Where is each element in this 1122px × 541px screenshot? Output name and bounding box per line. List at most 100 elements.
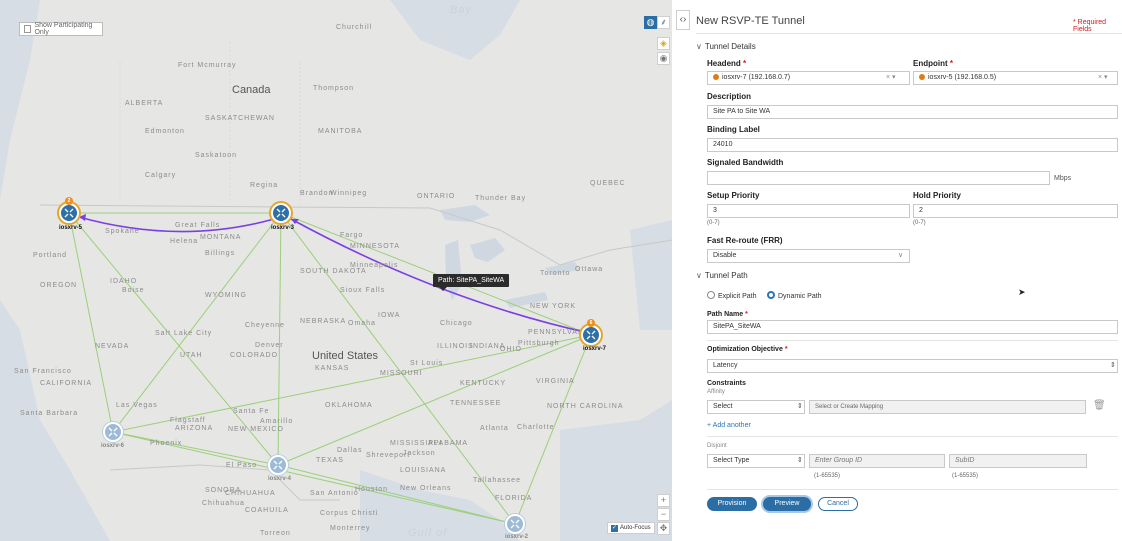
headend-select[interactable]: iosxrv-7 (192.168.0.7) <box>707 71 910 85</box>
radio-label: Dynamic Path <box>778 293 822 300</box>
tunnel-details-section-toggle[interactable]: ∨ Tunnel Details <box>696 42 756 51</box>
radio-label: Explicit Path <box>718 293 757 300</box>
provision-button[interactable]: Provision <box>707 497 757 511</box>
hold-priority-input[interactable]: 2 <box>913 204 1118 218</box>
globe-icon[interactable]: ◍ <box>644 16 657 29</box>
map-place-label: Denver <box>255 342 284 349</box>
map-place-label: Phoenix <box>150 440 183 447</box>
map-place-label: IDAHO <box>110 278 138 285</box>
signaled-bandwidth-label: Signaled Bandwidth <box>707 158 784 167</box>
map-place-label: ALBERTA <box>125 100 164 107</box>
node-label: iosxrv-5 <box>59 225 83 231</box>
map-place-label: Thunder Bay <box>475 195 527 202</box>
endpoint-select[interactable]: iosxrv-5 (192.168.0.5) <box>913 71 1118 85</box>
router-node-iosxrv-3[interactable] <box>271 203 291 223</box>
node-badge: 2 <box>65 197 73 205</box>
group-id-input[interactable]: Enter Group ID <box>809 454 945 468</box>
chevron-down-icon: ∨ <box>696 271 702 280</box>
map-place-label: QUEBEC <box>590 180 626 187</box>
map-place-label: MANITOBA <box>318 128 363 135</box>
auto-focus-toggle[interactable]: ✓ Auto-Focus <box>607 522 655 534</box>
setup-priority-hint: (0-7) <box>707 220 720 226</box>
map-place-label: Chihuahua <box>202 500 245 507</box>
map-country-label: United States <box>312 350 379 362</box>
map-place-label: St Louis <box>410 360 444 367</box>
map-place-label: NEW YORK <box>530 303 576 310</box>
trash-icon[interactable]: 🗑 <box>1093 400 1106 411</box>
checkmark-icon[interactable]: ✓ <box>611 524 618 532</box>
clear-icon[interactable]: × ▾ <box>886 73 896 81</box>
map-place-label: MINNESOTA <box>350 243 401 250</box>
sort-arrows-icon: ⇕ <box>797 457 803 464</box>
hold-priority-hint: (0-7) <box>913 220 926 226</box>
map-place-label: FLORIDA <box>495 495 533 502</box>
cancel-button[interactable]: Cancel <box>818 497 858 511</box>
router-icon <box>510 519 520 529</box>
map-place-label: NORTH CAROLINA <box>547 403 624 410</box>
path-name-label: Path Name * <box>707 311 748 318</box>
router-node-iosxrv-6[interactable] <box>103 422 123 442</box>
zoom-in-button[interactable]: + <box>657 494 670 507</box>
map-place-label: ALABAMA <box>428 440 469 447</box>
topology-icon[interactable]: ⸙ <box>657 16 670 29</box>
setup-priority-label: Setup Priority <box>707 191 760 200</box>
router-node-iosxrv-2[interactable] <box>505 514 525 534</box>
optimization-objective-select[interactable]: Latency <box>707 359 1118 373</box>
disjoint-type-select[interactable]: Select Type <box>707 454 805 468</box>
router-icon <box>586 330 596 340</box>
description-input[interactable]: Site PA to Site WA <box>707 105 1118 119</box>
show-participating-checkbox[interactable] <box>24 25 32 33</box>
affinity-mapping-select[interactable]: Select or Create Mapping <box>809 400 1086 414</box>
map-place-label: Atlanta <box>480 425 509 432</box>
map-place-label: Cheyenne <box>245 322 285 329</box>
router-icon <box>108 427 118 437</box>
map-place-label: COLORADO <box>230 352 279 359</box>
router-node-iosxrv-5[interactable] <box>59 203 79 223</box>
map-place-label: New Orleans <box>400 485 452 492</box>
map-place-label: COAHUILA <box>245 507 289 514</box>
add-another-link[interactable]: + Add another <box>707 422 751 429</box>
divider <box>707 489 1118 490</box>
auto-focus-label: Auto-Focus <box>620 525 651 531</box>
show-participating-toggle[interactable]: Show Participating Only <box>19 22 103 36</box>
fit-view-icon[interactable]: ✥ <box>657 522 670 535</box>
eye-icon[interactable]: ◉ <box>657 52 670 65</box>
optimization-value: Latency <box>713 362 738 369</box>
map-place-label: WYOMING <box>205 292 247 299</box>
headend-value: iosxrv-7 (192.168.0.7) <box>722 74 791 81</box>
layers-icon[interactable]: ◈ <box>657 37 670 50</box>
clear-icon[interactable]: × ▾ <box>1098 73 1108 81</box>
map-place-label: El Paso <box>226 462 258 469</box>
panel-collapse-toggle[interactable]: ‹› <box>676 10 690 30</box>
explicit-path-radio[interactable]: Explicit Path <box>707 291 757 300</box>
map-place-label: Regina <box>250 182 279 189</box>
node-label: iosxrv-4 <box>268 476 292 482</box>
map-water-label: Bay <box>450 4 472 16</box>
preview-button[interactable]: Preview <box>763 497 811 511</box>
router-node-iosxrv-7[interactable] <box>581 325 601 345</box>
topology-map[interactable]: Churchill Fort Mcmurray Canada Thompson … <box>0 0 672 541</box>
binding-label-input[interactable]: 24010 <box>707 138 1118 152</box>
map-place-label: NEVADA <box>95 343 130 350</box>
frr-select[interactable]: Disable <box>707 249 910 263</box>
affinity-select[interactable]: Select <box>707 400 805 414</box>
map-place-label: Calgary <box>145 172 177 179</box>
signaled-bandwidth-input[interactable] <box>707 171 1050 185</box>
map-place-label: Houston <box>355 486 389 493</box>
zoom-out-button[interactable]: − <box>657 508 670 521</box>
map-place-label: Monterrey <box>330 525 371 532</box>
map-place-label: San Francisco <box>14 368 72 375</box>
map-place-label: Spokane <box>105 228 140 235</box>
router-icon <box>64 208 74 218</box>
router-node-iosxrv-4[interactable] <box>268 455 288 475</box>
map-place-label: KANSAS <box>315 365 350 372</box>
subid-input[interactable]: SubID <box>949 454 1087 468</box>
tunnel-path-section-toggle[interactable]: ∨ Tunnel Path <box>696 271 748 280</box>
map-place-label: ONTARIO <box>417 193 456 200</box>
map-place-label: Salt Lake City <box>155 330 213 337</box>
node-label: iosxrv-6 <box>101 443 125 449</box>
dynamic-path-radio[interactable]: Dynamic Path <box>767 291 822 300</box>
map-place-label: Dallas <box>337 447 363 454</box>
setup-priority-input[interactable]: 3 <box>707 204 910 218</box>
path-name-input[interactable]: SitePA_SiteWA <box>707 320 1118 334</box>
